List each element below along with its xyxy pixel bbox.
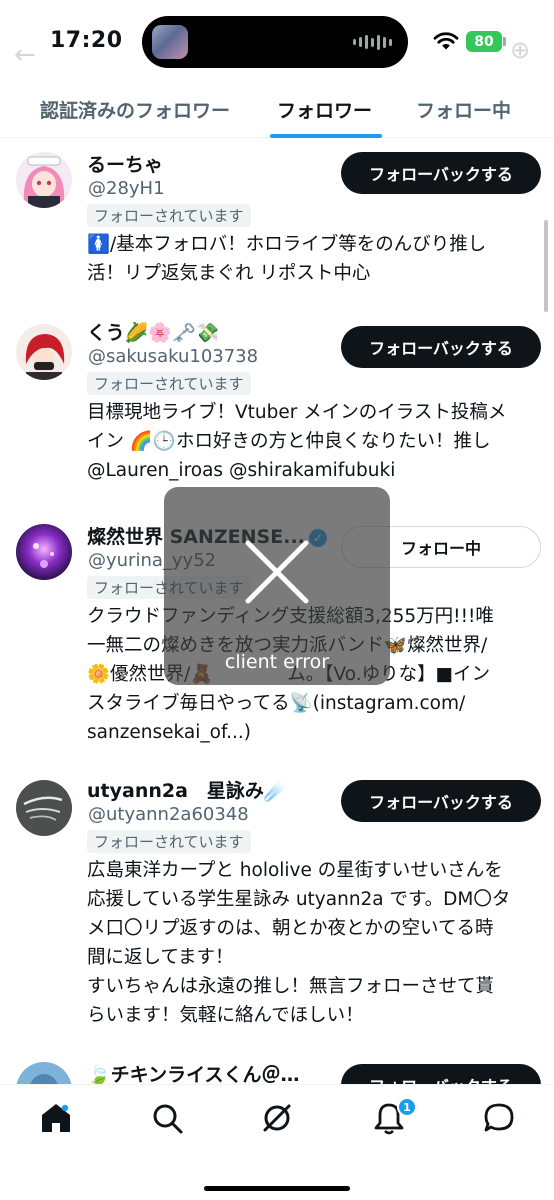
grok-icon[interactable] [260,1101,294,1135]
user-name-emoji: 🌽🌸🗝️💸 [124,322,220,344]
status-bar: ← 17:20 80 ⊕ [0,0,554,84]
follows-you-badge: フォローされています [87,372,251,395]
now-playing-thumbnail [152,25,188,59]
follow-back-button[interactable]: フォローバックする [341,326,541,368]
messages-icon[interactable] [482,1101,516,1135]
user-name[interactable]: utyann2a 星詠み☄️ [87,776,288,803]
user-bio: 目標現地ライブ！Vtuber メインのイラスト投稿メ イン 🌈🕒ホロ好きの方と仲… [87,402,507,481]
error-message: client error [224,651,330,673]
close-x-icon [245,540,309,604]
user-name-text: utyann2a 星詠み [87,780,264,802]
tab-verified-followers[interactable]: 認証済みのフォロワー [40,96,230,123]
user-name[interactable]: 🍃チキンライスくん＠… [87,1060,300,1087]
wifi-icon [433,32,459,50]
home-icon[interactable] [39,1101,73,1135]
scrollbar[interactable] [544,220,548,312]
tab-followers[interactable]: フォロワー [277,96,372,123]
user-handle: @sakusaku103738 [88,346,259,367]
back-arrow-icon[interactable]: ← [14,40,36,70]
status-time: 17:20 [50,28,123,53]
tab-following[interactable]: フォロー中 [416,96,511,123]
bottom-nav: 1 [0,1084,554,1200]
follows-you-badge: フォローされています [87,830,251,853]
avatar[interactable] [16,324,72,380]
follower-tabs: 認証済みのフォロワー フォロワー フォロー中 [0,84,554,138]
avatar[interactable] [16,780,72,836]
error-toast: client error [164,487,390,685]
dynamic-island [142,16,408,68]
user-bio: 広島東洋カープと hololive の星街すいせいさんを 応援している学生星詠み… [87,860,511,1026]
avatar[interactable] [16,524,72,580]
add-user-icon[interactable]: ⊕ [510,36,530,64]
follow-back-button[interactable]: フォローバックする [341,152,541,194]
follows-you-badge: フォローされています [87,204,251,227]
user-name-text: くう [87,322,125,344]
user-name[interactable]: るーちゃ [87,150,163,177]
user-bio: 🚺/基本フォロバ！ホロライブ等をのんびり推し 活！リプ返気まぐれ リポスト中心 [87,234,487,284]
audio-wave-icon [353,34,392,50]
notification-count-badge: 1 [397,1097,417,1117]
search-icon[interactable] [150,1101,184,1135]
battery-indicator: 80 [466,31,502,52]
active-tab-indicator [270,134,382,138]
follow-back-button[interactable]: フォローバックする [341,780,541,822]
battery-tip [503,37,506,46]
avatar[interactable] [16,152,72,208]
user-handle: @28yH1 [88,178,165,199]
home-indicator[interactable] [204,1186,350,1191]
user-name-emoji: ☄️ [263,780,288,802]
user-name[interactable]: くう🌽🌸🗝️💸 [87,318,219,345]
user-handle: @utyann2a60348 [88,804,249,825]
